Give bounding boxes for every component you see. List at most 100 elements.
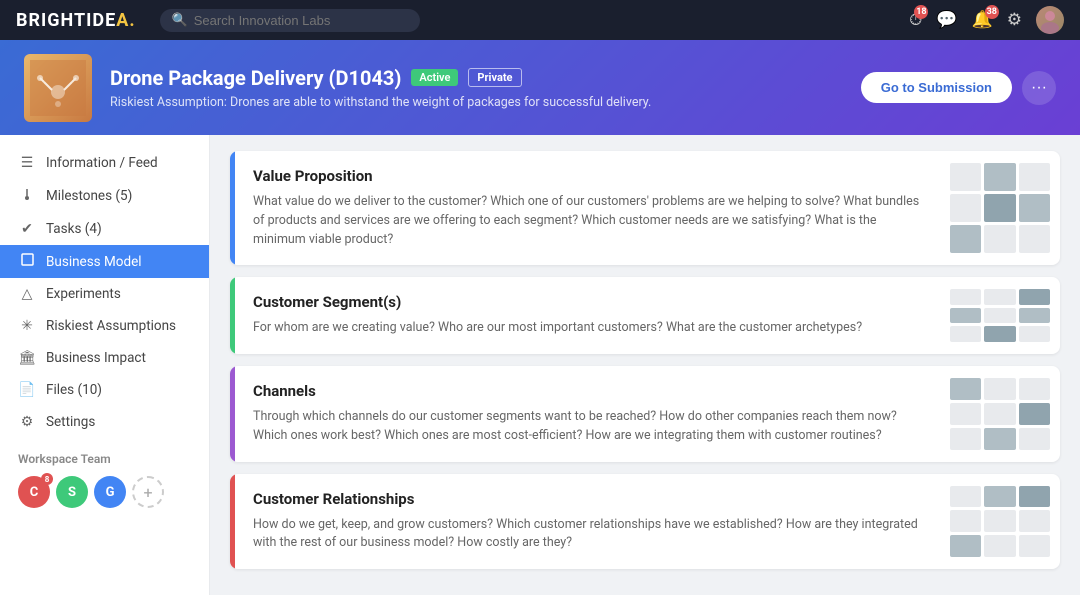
search-input[interactable] bbox=[194, 13, 408, 28]
workspace-member-g[interactable]: G bbox=[94, 476, 126, 508]
milestones-icon bbox=[18, 187, 36, 205]
sidebar-item-business-impact[interactable]: 🏛 Business Impact bbox=[0, 342, 209, 374]
sidebar-item-label: Files (10) bbox=[46, 382, 102, 398]
mini-block bbox=[1019, 403, 1050, 425]
member-badge-c: 8 bbox=[41, 473, 53, 485]
more-options-button[interactable]: ··· bbox=[1022, 71, 1056, 105]
search-bar[interactable]: 🔍 bbox=[160, 9, 420, 32]
card-body-customer-segments: Customer Segment(s) For whom are we crea… bbox=[235, 277, 940, 354]
sidebar-item-label: Experiments bbox=[46, 286, 121, 302]
search-icon: 🔍 bbox=[172, 13, 188, 28]
business-impact-icon: 🏛 bbox=[18, 350, 36, 366]
add-member-button[interactable]: + bbox=[132, 476, 164, 508]
canvas-card-customer-segments: Customer Segment(s) For whom are we crea… bbox=[230, 277, 1060, 354]
sidebar-item-tasks[interactable]: ✔ Tasks (4) bbox=[0, 213, 209, 245]
active-badge: Active bbox=[411, 69, 458, 86]
mini-block bbox=[950, 326, 981, 342]
card-title-customer-segments: Customer Segment(s) bbox=[253, 293, 922, 311]
sidebar-item-business-model[interactable]: Business Model bbox=[0, 245, 209, 278]
mini-block bbox=[984, 289, 1015, 305]
mini-block bbox=[984, 403, 1015, 425]
chat-icon: 💬 bbox=[936, 10, 957, 30]
card-title-channels: Channels bbox=[253, 382, 922, 400]
riskiest-assumptions-icon: ✳ bbox=[18, 318, 36, 334]
sidebar-item-information-feed[interactable]: ☰ Information / Feed bbox=[0, 147, 209, 179]
mini-block bbox=[950, 308, 981, 324]
mini-block bbox=[1019, 194, 1050, 222]
top-navigation: BRIGHTIDEA. 🔍 ⏱ 18 💬 🔔 38 ⚙ bbox=[0, 0, 1080, 40]
mini-block bbox=[984, 486, 1015, 508]
card-visual-customer-relationships bbox=[940, 474, 1060, 570]
sidebar-item-label: Riskiest Assumptions bbox=[46, 318, 176, 334]
banner-info: Drone Package Delivery (D1043) Active Pr… bbox=[110, 66, 843, 110]
mini-block bbox=[1019, 428, 1050, 450]
card-body-customer-relationships: Customer Relationships How do we get, ke… bbox=[235, 474, 940, 570]
mini-block bbox=[984, 163, 1015, 191]
sidebar-item-milestones[interactable]: Milestones (5) bbox=[0, 179, 209, 213]
mini-block bbox=[1019, 378, 1050, 400]
card-title-value-proposition: Value Proposition bbox=[253, 167, 922, 185]
mini-block bbox=[950, 535, 981, 557]
experiments-icon: △ bbox=[18, 286, 36, 302]
information-feed-icon: ☰ bbox=[18, 155, 36, 171]
mini-block bbox=[1019, 510, 1050, 532]
mini-block bbox=[950, 403, 981, 425]
sidebar-item-label: Business Impact bbox=[46, 350, 146, 366]
mini-block bbox=[1019, 289, 1050, 305]
canvas-card-customer-relationships: Customer Relationships How do we get, ke… bbox=[230, 474, 1060, 570]
sidebar-item-experiments[interactable]: △ Experiments bbox=[0, 278, 209, 310]
user-avatar-wrap[interactable] bbox=[1036, 6, 1064, 34]
mini-block bbox=[984, 535, 1015, 557]
sidebar-item-label: Business Model bbox=[46, 254, 142, 270]
workspace-label: Workspace Team bbox=[18, 452, 191, 466]
mini-block bbox=[950, 486, 981, 508]
settings-icon-wrap[interactable]: ⚙ bbox=[1007, 10, 1022, 30]
mini-block bbox=[950, 378, 981, 400]
project-subtitle: Riskiest Assumption: Drones are able to … bbox=[110, 95, 843, 110]
mini-block bbox=[1019, 486, 1050, 508]
workspace-member-s[interactable]: S bbox=[56, 476, 88, 508]
sidebar-item-label: Milestones (5) bbox=[46, 188, 132, 204]
header-banner: Drone Package Delivery (D1043) Active Pr… bbox=[0, 40, 1080, 135]
bell-icon-wrap[interactable]: 🔔 38 bbox=[972, 10, 993, 30]
mini-block bbox=[984, 308, 1015, 324]
card-body-channels: Channels Through which channels do our c… bbox=[235, 366, 940, 462]
bell-badge: 38 bbox=[985, 5, 999, 19]
mini-block bbox=[984, 378, 1015, 400]
settings-icon: ⚙ bbox=[18, 414, 36, 430]
banner-actions: Go to Submission ··· bbox=[861, 71, 1056, 105]
banner-thumbnail bbox=[24, 54, 92, 122]
mini-block bbox=[984, 194, 1015, 222]
user-avatar bbox=[1036, 6, 1064, 34]
mini-block bbox=[1019, 326, 1050, 342]
card-desc-value-proposition: What value do we deliver to the customer… bbox=[253, 193, 922, 249]
banner-title: Drone Package Delivery (D1043) Active Pr… bbox=[110, 66, 843, 90]
sidebar-item-settings[interactable]: ⚙ Settings bbox=[0, 406, 209, 438]
logo-accent: A bbox=[116, 10, 129, 31]
card-visual-value-proposition bbox=[940, 151, 1060, 265]
main-layout: ☰ Information / Feed Milestones (5) ✔ Ta… bbox=[0, 135, 1080, 595]
logo-dot: . bbox=[129, 10, 135, 31]
go-to-submission-button[interactable]: Go to Submission bbox=[861, 72, 1012, 103]
workspace-avatars: C 8 S G + bbox=[18, 476, 191, 508]
card-desc-customer-relationships: How do we get, keep, and grow customers?… bbox=[253, 516, 922, 554]
mini-block bbox=[1019, 225, 1050, 253]
sidebar-item-label: Information / Feed bbox=[46, 155, 158, 171]
content-area: Value Proposition What value do we deliv… bbox=[210, 135, 1080, 595]
mini-block bbox=[1019, 163, 1050, 191]
workspace-member-c[interactable]: C 8 bbox=[18, 476, 50, 508]
mini-block bbox=[1019, 535, 1050, 557]
app-logo: BRIGHTIDEA. bbox=[16, 10, 136, 31]
sidebar-item-label: Tasks (4) bbox=[46, 221, 102, 237]
sidebar-item-files[interactable]: 📄 Files (10) bbox=[0, 374, 209, 406]
mini-block bbox=[950, 289, 981, 305]
mini-block bbox=[984, 326, 1015, 342]
mini-block bbox=[950, 163, 981, 191]
timer-icon-wrap[interactable]: ⏱ 18 bbox=[909, 10, 922, 30]
card-desc-channels: Through which channels do our customer s… bbox=[253, 408, 922, 446]
mini-block bbox=[984, 510, 1015, 532]
card-body-value-proposition: Value Proposition What value do we deliv… bbox=[235, 151, 940, 265]
chat-icon-wrap[interactable]: 💬 bbox=[936, 10, 957, 30]
sidebar-item-riskiest-assumptions[interactable]: ✳ Riskiest Assumptions bbox=[0, 310, 209, 342]
card-desc-customer-segments: For whom are we creating value? Who are … bbox=[253, 319, 922, 338]
